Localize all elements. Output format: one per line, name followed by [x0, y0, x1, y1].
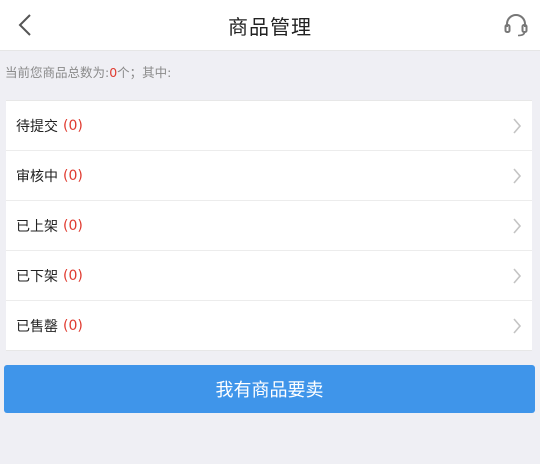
status-item-label: 审核中 [16, 168, 58, 185]
summary-prefix: 当前您商品总数为: [5, 65, 110, 80]
status-item-label: 已下架 [16, 268, 58, 285]
status-item-listed[interactable]: 已上架 (0) [6, 201, 532, 251]
status-item-count: (0) [63, 117, 83, 134]
status-item-pending-submit[interactable]: 待提交 (0) [6, 101, 532, 151]
sell-product-button[interactable]: 我有商品要卖 [4, 365, 535, 413]
chevron-right-icon [513, 318, 522, 334]
status-item-count: (0) [63, 167, 83, 184]
status-item-label: 已上架 [16, 218, 58, 235]
status-item-delisted[interactable]: 已下架 (0) [6, 251, 532, 301]
back-button[interactable] [10, 8, 40, 42]
summary-count: 0 [109, 65, 118, 80]
customer-service-button[interactable] [500, 9, 532, 41]
status-item-under-review[interactable]: 审核中 (0) [6, 151, 532, 201]
status-list: 待提交 (0) 审核中 (0) 已上架 (0) 已下架 (0) 已售罄 (0) [6, 100, 532, 351]
chevron-right-icon [513, 268, 522, 284]
page-title: 商品管理 [228, 14, 312, 39]
status-item-sold-out[interactable]: 已售罄 (0) [6, 301, 532, 350]
chevron-right-icon [513, 168, 522, 184]
status-item-label: 待提交 [16, 118, 58, 135]
product-total-summary: 当前您商品总数为:0个；其中: [0, 62, 540, 84]
chevron-right-icon [513, 118, 522, 134]
status-item-label: 已售罄 [16, 318, 58, 335]
chevron-right-icon [513, 218, 522, 234]
status-item-count: (0) [63, 317, 83, 334]
header-bar: 商品管理 [0, 0, 540, 51]
chevron-left-icon [18, 14, 31, 36]
status-item-count: (0) [63, 267, 83, 284]
status-item-count: (0) [63, 217, 83, 234]
headset-icon [504, 14, 528, 37]
summary-suffix: 个；其中: [117, 65, 172, 80]
